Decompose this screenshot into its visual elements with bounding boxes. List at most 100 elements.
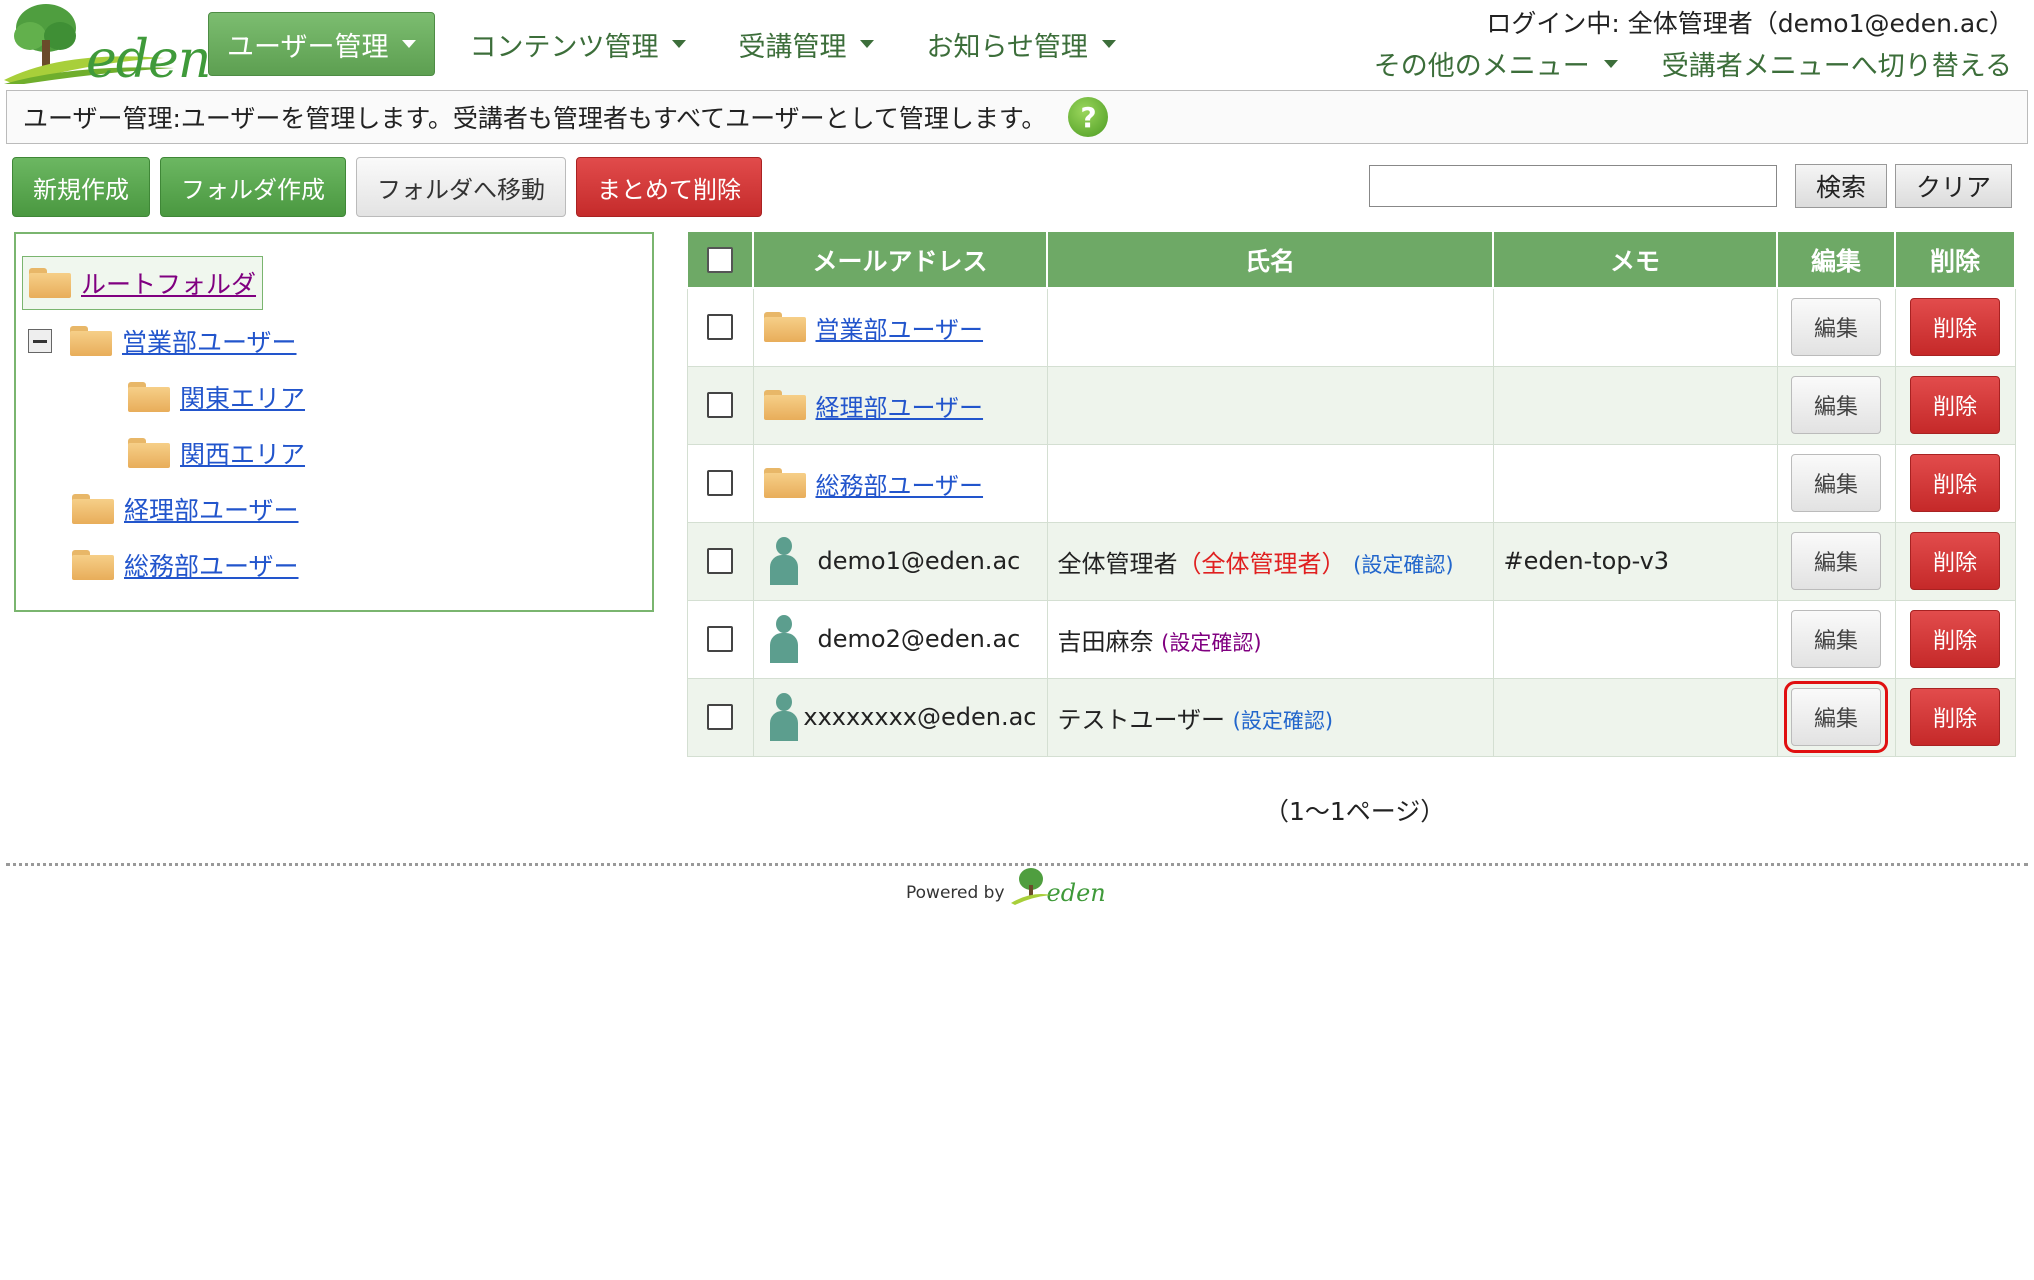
header-select-all	[686, 232, 754, 289]
user-name: 吉田麻奈	[1057, 627, 1154, 656]
footer-logo[interactable]: eden	[1010, 868, 1106, 907]
logo-text: eden	[86, 30, 211, 90]
delete-button[interactable]: 削除	[1910, 298, 2000, 357]
caret-down-icon	[860, 40, 875, 48]
row-select-cell	[686, 521, 754, 601]
user-email: demo2@eden.ac	[817, 625, 1021, 653]
row-select-cell	[686, 443, 754, 523]
folder-link[interactable]: 営業部ユーザー	[816, 310, 984, 345]
select-all-checkbox[interactable]	[707, 246, 733, 273]
collapse-icon[interactable]	[28, 329, 52, 353]
tree-link-kanto[interactable]: 関東エリア	[180, 379, 305, 415]
new-folder-button[interactable]: フォルダ作成	[160, 157, 346, 217]
tree-item-kansai[interactable]: 関西エリア	[128, 426, 305, 480]
nav-label: ユーザー管理	[227, 31, 389, 63]
eden-logo[interactable]: eden	[4, 2, 211, 90]
row-checkbox[interactable]	[707, 704, 733, 730]
move-to-folder-button[interactable]: フォルダへ移動	[356, 157, 566, 217]
row-checkbox[interactable]	[707, 548, 733, 574]
tree-link-kansai[interactable]: 関西エリア	[180, 435, 305, 471]
delete-cell: 削除	[1894, 521, 2016, 601]
switch-menu-label: 受講者メニューへ切り替える	[1661, 51, 2012, 82]
delete-button[interactable]: 削除	[1910, 532, 2000, 590]
nav-label: コンテンツ管理	[469, 31, 659, 63]
folder-icon	[29, 268, 71, 298]
sub-nav: その他のメニュー 受講者メニューへ切り替える	[1330, 44, 2012, 83]
new-button[interactable]: 新規作成	[12, 157, 150, 217]
delete-button[interactable]: 削除	[1910, 688, 2000, 746]
tree-link-general[interactable]: 総務部ユーザー	[124, 547, 299, 583]
nav-content-management[interactable]: コンテンツ管理	[451, 12, 704, 76]
clear-button[interactable]: クリア	[1894, 164, 2012, 208]
tree-item-kanto[interactable]: 関東エリア	[128, 370, 305, 424]
header-email[interactable]: メールアドレス	[752, 232, 1048, 289]
row-checkbox[interactable]	[707, 314, 733, 341]
description-text: ユーザー管理:ユーザーを管理します。受講者も管理者もすべてユーザーとして管理しま…	[23, 104, 1047, 133]
name-cell	[1046, 443, 1494, 523]
header-name[interactable]: 氏名	[1046, 232, 1494, 289]
header-delete: 削除	[1894, 232, 2016, 289]
name-cell	[1046, 365, 1494, 445]
user-icon	[768, 537, 800, 585]
edit-button[interactable]: 編集	[1791, 610, 1881, 668]
edit-cell: 編集	[1776, 443, 1896, 523]
folder-link[interactable]: 経理部ユーザー	[816, 388, 984, 423]
main-nav: ユーザー管理 コンテンツ管理 受講管理 お知らせ管理	[208, 12, 1150, 76]
delete-button[interactable]: 削除	[1910, 610, 2000, 668]
search-area: 検索 クリア	[1368, 164, 2012, 208]
edit-button[interactable]: 編集	[1784, 681, 1888, 753]
delete-cell: 削除	[1894, 365, 2016, 445]
delete-button[interactable]: 削除	[1910, 454, 2000, 512]
table-header-row: メールアドレス 氏名 メモ 編集 削除	[686, 232, 2016, 289]
edit-button[interactable]: 編集	[1791, 298, 1881, 357]
row-checkbox[interactable]	[707, 470, 733, 496]
row-select-cell	[686, 365, 754, 445]
folder-icon	[763, 312, 806, 343]
memo-cell	[1492, 443, 1778, 523]
edit-button[interactable]: 編集	[1791, 532, 1881, 590]
settings-confirm-link[interactable]: (設定確認)	[1353, 553, 1453, 577]
delete-button[interactable]: 削除	[1910, 376, 2000, 434]
switch-to-learner-menu[interactable]: 受講者メニューへ切り替える	[1662, 44, 2012, 83]
help-icon[interactable]: ?	[1068, 97, 1109, 137]
row-select-cell	[686, 287, 754, 367]
table-row: 経理部ユーザー 編集 削除	[686, 365, 2016, 445]
edit-cell: 編集	[1776, 521, 1896, 601]
edit-button[interactable]: 編集	[1791, 376, 1881, 434]
nav-user-management[interactable]: ユーザー管理	[208, 12, 436, 76]
edit-cell: 編集	[1776, 677, 1896, 757]
nav-notice-management[interactable]: お知らせ管理	[908, 12, 1133, 76]
bulk-delete-button[interactable]: まとめて削除	[576, 157, 762, 217]
tree-item-sales[interactable]: 営業部ユーザー	[28, 314, 297, 368]
nav-course-management[interactable]: 受講管理	[720, 12, 892, 76]
row-checkbox[interactable]	[707, 626, 733, 652]
email-cell: 営業部ユーザー	[752, 287, 1048, 367]
settings-confirm-link[interactable]: (設定確認)	[1161, 631, 1261, 655]
user-email: xxxxxxxx@eden.ac	[803, 703, 1037, 731]
tree-link-accounting[interactable]: 経理部ユーザー	[124, 491, 299, 527]
row-checkbox[interactable]	[707, 392, 733, 418]
search-input[interactable]	[1368, 165, 1777, 207]
header-memo: メモ	[1492, 232, 1778, 289]
folder-icon	[763, 390, 806, 420]
row-select-cell	[686, 677, 754, 757]
email-cell: demo2@eden.ac	[752, 599, 1048, 679]
edit-button[interactable]: 編集	[1791, 454, 1881, 512]
nav-label: 受講管理	[738, 31, 847, 63]
other-menu[interactable]: その他のメニュー	[1374, 44, 1618, 83]
pagination-info: （1〜1ページ）	[1264, 797, 1446, 826]
tree-link-root[interactable]: ルートフォルダ	[81, 265, 256, 301]
delete-cell: 削除	[1894, 443, 2016, 523]
tree-logo-icon	[1010, 868, 1051, 905]
settings-confirm-link[interactable]: (設定確認)	[1233, 709, 1333, 733]
folder-link[interactable]: 総務部ユーザー	[816, 466, 984, 501]
tree-root-folder[interactable]: ルートフォルダ	[22, 256, 264, 310]
edit-cell: 編集	[1776, 365, 1896, 445]
tree-item-general[interactable]: 総務部ユーザー	[72, 538, 299, 592]
search-button[interactable]: 検索	[1794, 164, 1887, 208]
tree-item-accounting[interactable]: 経理部ユーザー	[72, 482, 299, 536]
caret-down-icon	[1101, 40, 1116, 48]
tree-link-sales[interactable]: 営業部ユーザー	[122, 323, 297, 359]
name-cell	[1046, 287, 1494, 367]
folder-tree: ルートフォルダ 営業部ユーザー 関東エリア 関西エリア 経理部ユーザー 総務部ユ…	[14, 232, 654, 612]
